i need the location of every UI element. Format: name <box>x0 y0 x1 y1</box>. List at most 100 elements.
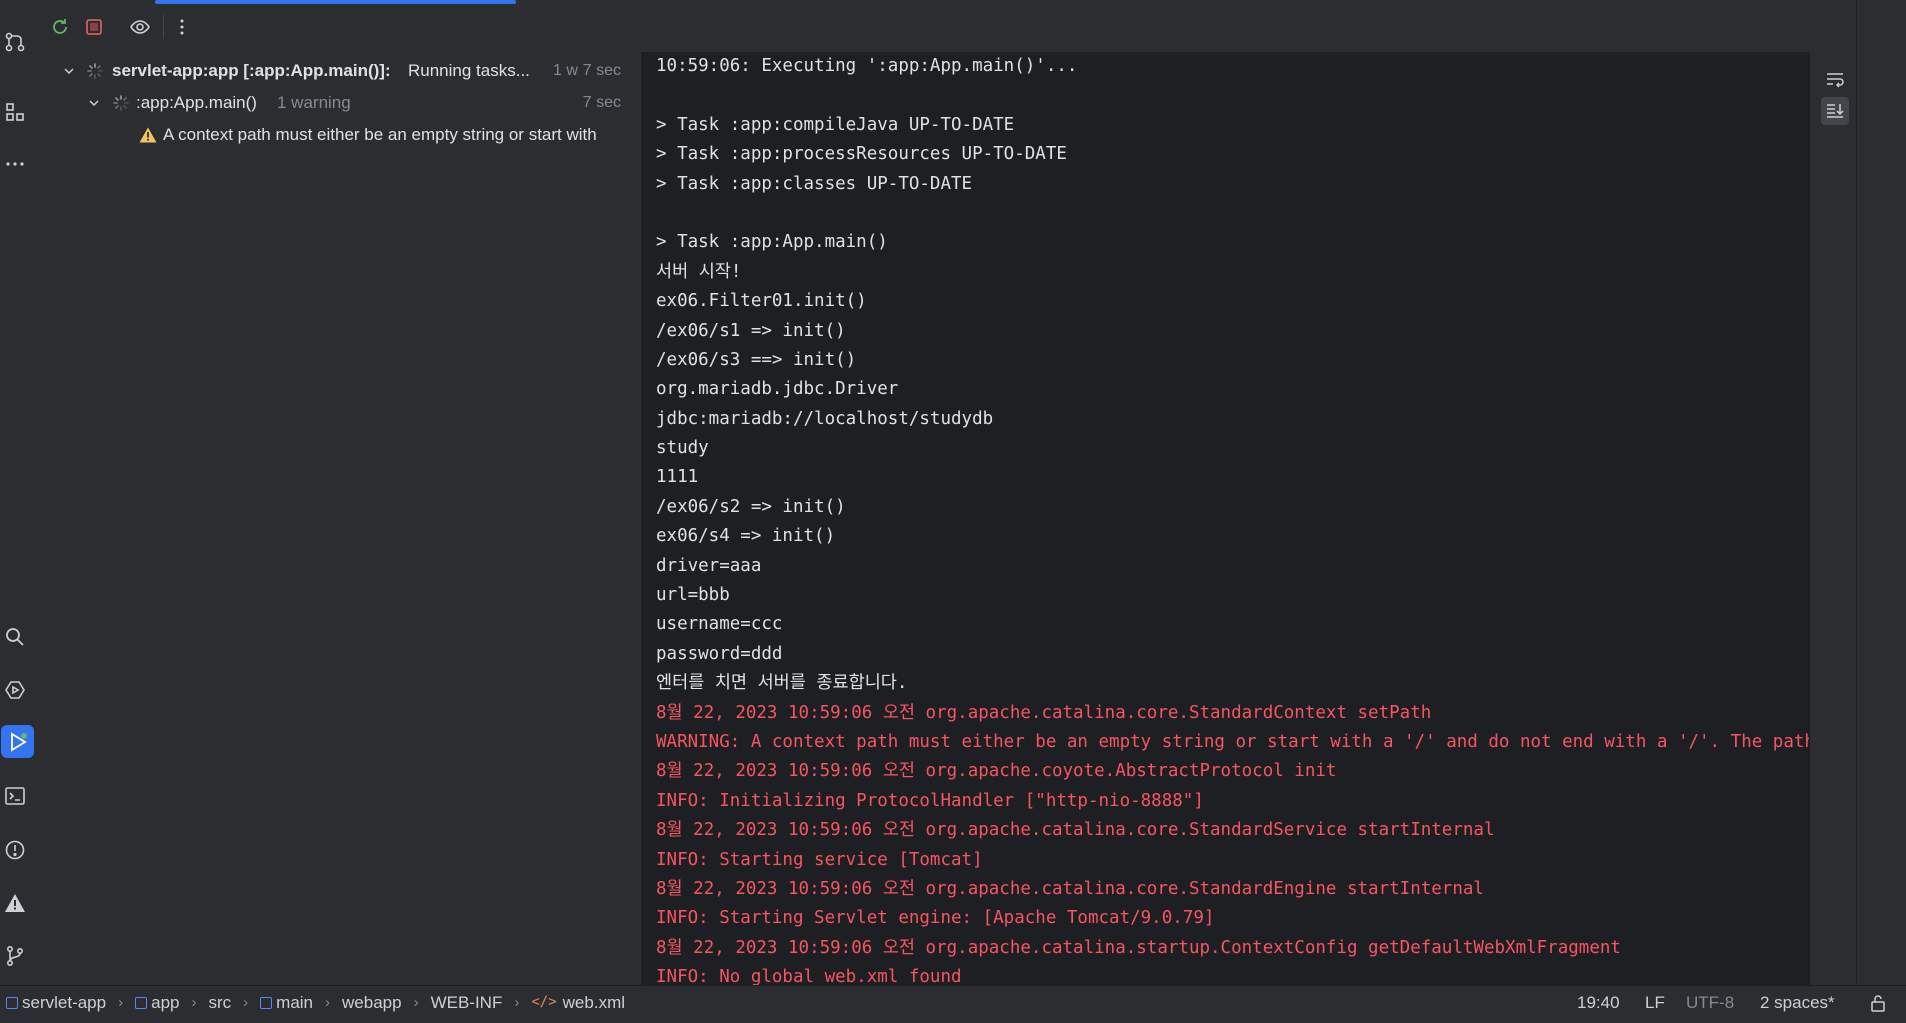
console-line: WARNING: A context path must either be a… <box>656 731 1809 752</box>
chevron-right-icon: › <box>325 994 331 1011</box>
more-horizontal-icon[interactable] <box>2 151 28 177</box>
console-line: 8월 22, 2023 10:59:06 오전 org.apache.catal… <box>656 937 1621 958</box>
console-line: driver=aaa <box>656 555 762 576</box>
tree-root-warnings: 1 w <box>553 62 578 79</box>
breadcrumb-item[interactable]: webapp <box>342 986 402 1019</box>
chevron-right-icon: › <box>191 994 197 1011</box>
console-line: INFO: Initializing ProtocolHandler ["htt… <box>656 790 1204 811</box>
chevron-down-icon[interactable] <box>61 57 77 85</box>
services-icon[interactable] <box>2 677 28 703</box>
lock-icon[interactable] <box>1870 986 1886 1019</box>
run-icon[interactable] <box>1 725 34 758</box>
module-icon <box>135 996 148 1009</box>
git-icon[interactable] <box>2 943 28 969</box>
toolbar-separator <box>163 15 164 39</box>
console-line: password=ddd <box>656 643 783 664</box>
console-text: 10:59:06: Executing ':app:App.main()'...… <box>656 52 1809 985</box>
console-line: 서버 시작! <box>656 261 742 282</box>
tree-warning-row[interactable]: A context path must either be an empty s… <box>43 121 641 149</box>
structure-icon[interactable] <box>2 99 28 125</box>
console-line: 8월 22, 2023 10:59:06 오전 org.apache.catal… <box>656 702 1432 723</box>
folder-icon <box>260 996 273 1009</box>
indent-setting[interactable]: 2 spaces* <box>1760 986 1835 1019</box>
breadcrumb-item[interactable]: src <box>208 986 231 1019</box>
console-line: INFO: No global web.xml found <box>656 967 962 985</box>
soft-wrap-icon <box>1827 73 1844 88</box>
tree-root-status: Running tasks... <box>408 61 530 80</box>
breadcrumb-item[interactable]: WEB-INF <box>431 986 503 1019</box>
console-line: username=ccc <box>656 614 783 635</box>
breadcrumb-item[interactable]: web.xml <box>563 986 625 1019</box>
chevron-right-icon: › <box>514 994 520 1011</box>
scroll-to-end-button[interactable] <box>1821 97 1849 125</box>
scroll-to-end-icon <box>1827 104 1844 118</box>
chevron-down-icon[interactable] <box>86 89 102 117</box>
xml-file-icon: </> <box>531 994 557 1010</box>
console-line: study <box>656 438 709 459</box>
stop-button[interactable] <box>81 14 107 40</box>
console-line: 8월 22, 2023 10:59:06 오전 org.apache.catal… <box>656 820 1495 841</box>
progress-bar <box>155 0 516 4</box>
console-line: INFO: Starting service [Tomcat] <box>656 849 983 870</box>
tree-root-time: 7 sec <box>582 62 621 79</box>
tree-child-row[interactable]: :app:App.main() 1 warning 7 sec <box>43 89 641 117</box>
spinner-icon <box>87 63 103 79</box>
breadcrumb-item[interactable]: main <box>276 986 313 1019</box>
problems-icon[interactable] <box>2 837 28 863</box>
file-encoding[interactable]: UTF-8 <box>1686 986 1734 1019</box>
view-options-button[interactable] <box>127 14 153 40</box>
console-line: ex06.Filter01.init() <box>656 291 867 312</box>
run-toolbar <box>43 0 1856 53</box>
console-line: > Task :app:compileJava UP-TO-DATE <box>656 114 1015 135</box>
console-side-toolbar <box>1809 52 1857 985</box>
console-line: 8월 22, 2023 10:59:06 오전 org.apache.catal… <box>656 878 1484 899</box>
line-separator[interactable]: LF <box>1645 986 1665 1019</box>
console-line: 8월 22, 2023 10:59:06 오전 org.apache.coyot… <box>656 761 1337 782</box>
tree-child-label: :app:App.main() <box>136 93 257 112</box>
rerun-icon <box>53 19 67 34</box>
stop-icon <box>86 19 102 35</box>
console-line: 1111 <box>656 467 699 488</box>
module-icon <box>6 996 18 1009</box>
find-icon[interactable] <box>2 624 28 650</box>
tree-warning-text: A context path must either be an empty s… <box>163 125 597 144</box>
console-line: > Task :app:classes UP-TO-DATE <box>656 173 973 194</box>
console-line: 10:59:06: Executing ':app:App.main()'... <box>656 56 1078 76</box>
terminal-icon[interactable] <box>2 783 28 809</box>
soft-wrap-button[interactable] <box>1821 65 1849 93</box>
status-bar: servlet-app › app › src › main › webapp … <box>0 985 1906 1019</box>
tree-child-time: 7 sec <box>582 94 621 111</box>
eye-icon <box>130 20 150 34</box>
breadcrumb-item[interactable]: servlet-app <box>22 986 106 1019</box>
chevron-right-icon: › <box>413 994 419 1011</box>
console-line: jdbc:mariadb://localhost/studydb <box>656 408 994 429</box>
spinner-icon <box>113 95 129 111</box>
console-line: ex06/s4 => init() <box>656 526 836 547</box>
tree-root-row[interactable]: servlet-app:app [:app:App.main()]: Runni… <box>43 57 641 85</box>
console-line: /ex06/s2 => init() <box>656 496 846 517</box>
build-tree: servlet-app:app [:app:App.main()]: Runni… <box>43 52 641 985</box>
warning-triangle-icon <box>139 127 157 143</box>
console-line: /ex06/s1 => init() <box>656 320 846 341</box>
warning-icon[interactable] <box>2 890 28 916</box>
tree-child-note: 1 warning <box>277 93 351 112</box>
commit-icon[interactable] <box>2 29 28 55</box>
breadcrumb-item[interactable]: app <box>151 986 179 1019</box>
tree-root-label: servlet-app:app [:app:App.main()]: <box>112 61 391 80</box>
caret-position[interactable]: 19:40 <box>1577 986 1620 1019</box>
console-output[interactable]: 10:59:06: Executing ':app:App.main()'...… <box>641 52 1809 985</box>
console-line: url=bbb <box>656 585 730 606</box>
console-line: > Task :app:App.main() <box>656 232 888 253</box>
right-tool-strip <box>1856 0 1906 985</box>
chevron-right-icon: › <box>243 994 249 1011</box>
rerun-button[interactable] <box>47 14 73 40</box>
left-tool-strip <box>0 0 44 985</box>
console-line: INFO: Starting Servlet engine: [Apache T… <box>656 908 1215 929</box>
more-options-button[interactable] <box>169 14 195 40</box>
console-line: org.mariadb.jdbc.Driver <box>656 379 899 400</box>
console-line: /ex06/s3 ==> init() <box>656 349 857 370</box>
chevron-right-icon: › <box>118 994 124 1011</box>
console-line: > Task :app:processResources UP-TO-DATE <box>656 144 1067 165</box>
